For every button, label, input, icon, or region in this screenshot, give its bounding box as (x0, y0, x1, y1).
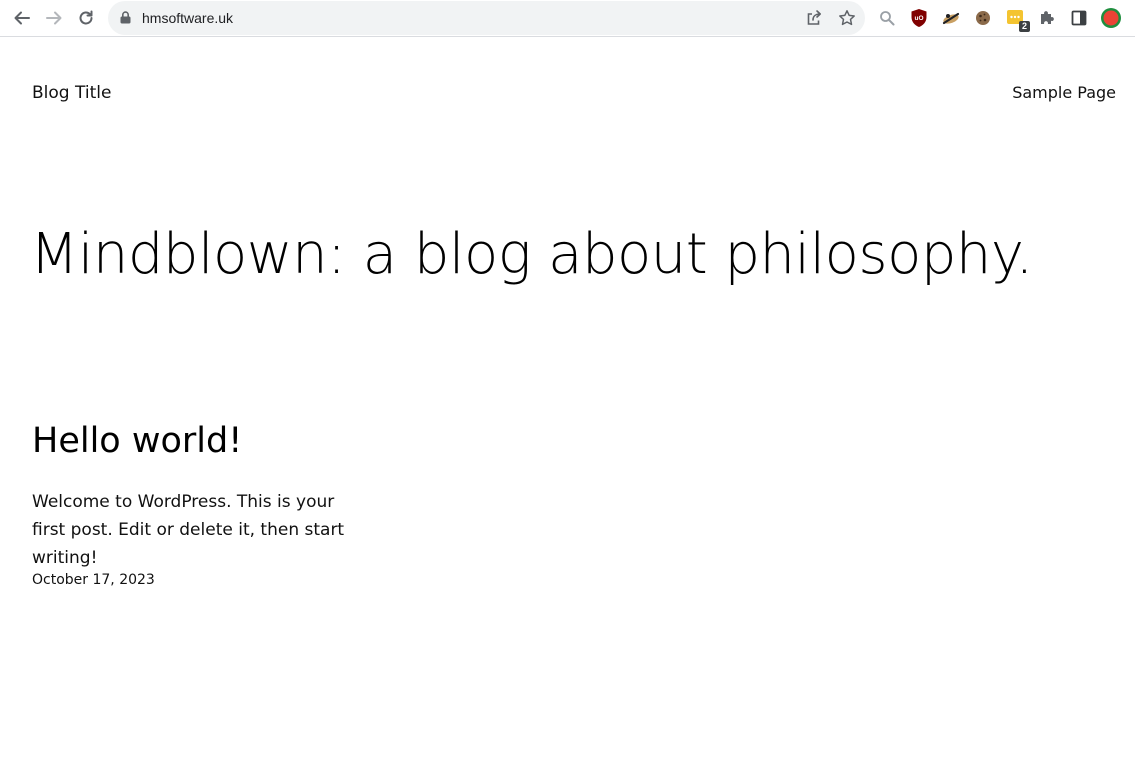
back-button[interactable] (10, 6, 34, 30)
extension-badge: 2 (1018, 21, 1030, 32)
extensions-menu-button[interactable] (1036, 7, 1058, 29)
chat-extension-button[interactable]: 2 (1004, 7, 1030, 32)
puzzle-icon (1041, 11, 1054, 24)
side-panel-button[interactable] (1068, 7, 1090, 29)
side-panel-icon (1071, 10, 1087, 26)
star-icon[interactable] (838, 9, 856, 27)
browser-toolbar: hmsoftware.uk uO 2 (0, 0, 1135, 37)
site-title-link[interactable]: Blog Title (32, 82, 111, 104)
url-text[interactable]: hmsoftware.uk (142, 9, 233, 27)
post-excerpt: Welcome to WordPress. This is your first… (32, 492, 345, 568)
extension-button-2[interactable] (940, 7, 962, 29)
nav-link-sample-page[interactable]: Sample Page (1012, 82, 1116, 104)
cookie-icon (976, 11, 990, 25)
page-heading: Mindblown: a blog about philosophy. (30, 222, 1033, 287)
profile-button[interactable] (1100, 7, 1122, 29)
back-arrow-icon (14, 11, 30, 25)
ublock-extension-button[interactable]: uO (908, 7, 930, 29)
lock-icon[interactable] (120, 11, 131, 24)
share-icon[interactable] (805, 9, 823, 27)
post-title-link[interactable]: Hello world! (32, 420, 242, 462)
address-bar[interactable]: hmsoftware.uk (108, 1, 865, 35)
extension-icon (942, 12, 960, 25)
search-icon (880, 11, 895, 26)
forward-button[interactable] (42, 6, 66, 30)
reload-button[interactable] (74, 6, 98, 30)
post-date: October 17, 2023 (32, 572, 155, 588)
cookie-extension-button[interactable] (972, 7, 994, 29)
search-extension-button[interactable] (876, 7, 898, 29)
reload-icon (79, 10, 93, 25)
forward-arrow-icon (46, 11, 62, 25)
profile-avatar-icon (1101, 8, 1121, 28)
ublock-shield-icon: uO (911, 9, 927, 27)
svg-text:uO: uO (914, 15, 923, 22)
